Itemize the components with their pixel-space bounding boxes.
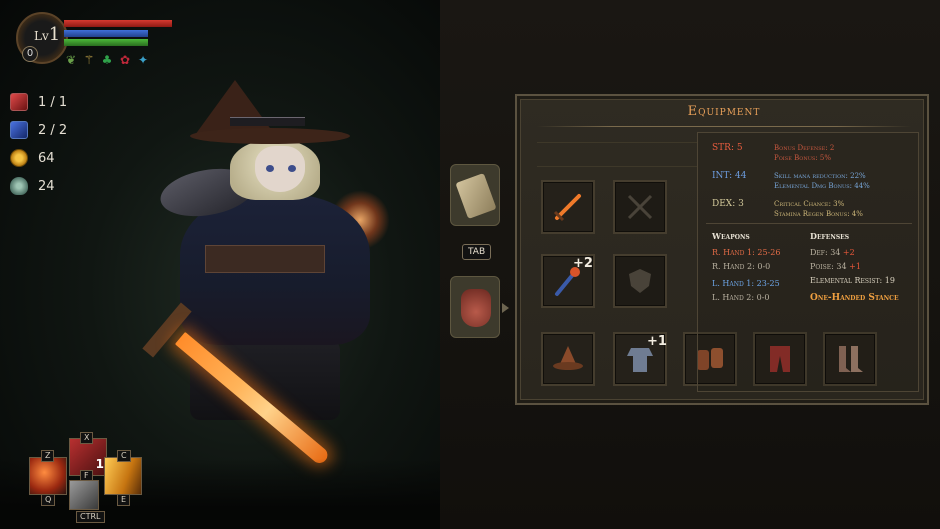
- hotbar-slot-skill[interactable]: [104, 457, 142, 495]
- stat-str-bonus-1: Bonus Defense: 2: [774, 144, 835, 152]
- defense-bonus: +2: [842, 248, 855, 257]
- stat-dex-bonus-1: Critical Chance: 3%: [774, 200, 845, 208]
- equipment-panel: Equipment +2 +1 STR: 5 Bonus Defense: 2 …: [515, 94, 929, 405]
- blue-potion-icon: [10, 121, 28, 139]
- stat-str-bonus-2: Poise Bonus: 5%: [774, 154, 832, 162]
- poise-bonus: +1: [849, 262, 861, 271]
- slot-right-hand-1[interactable]: [541, 180, 595, 234]
- soul-icon: [10, 177, 28, 195]
- stat-dex-bonus-2: Stamina Regen Bonus: 4%: [774, 210, 863, 218]
- poise-value: Poise: 34 +1: [810, 262, 861, 271]
- crossed-weapons-icon: [627, 194, 653, 220]
- hotkey-e: E: [117, 494, 131, 506]
- slot-left-hand-2[interactable]: [613, 254, 667, 308]
- red-potion-counter: 1 / 1: [10, 93, 67, 111]
- level-prefix: Lv: [34, 29, 49, 43]
- wheat-icon: ⚚: [83, 53, 95, 67]
- clover-icon: ♣: [101, 53, 113, 67]
- coin-icon: [10, 149, 28, 167]
- weapons-header: Weapons: [712, 231, 750, 241]
- character-eye-right: [288, 165, 296, 172]
- stat-int-bonus-2: Elemental Dmg Bonus: 44%: [774, 182, 870, 190]
- weapon-upgrade-badge: +2: [573, 256, 593, 271]
- stat-str: STR: 5 Bonus Defense: 2 Poise Bonus: 5%: [712, 143, 834, 163]
- hotkey-q: Q: [41, 494, 56, 506]
- stat-int: INT: 44 Skill mana reduction: 22% Elemen…: [712, 171, 870, 191]
- bird-icon: ✦: [137, 53, 149, 67]
- stance-indicator: One-Handed Stance: [810, 293, 899, 303]
- red-potion-count: 1 / 1: [38, 94, 68, 110]
- stat-dex-value: DEX: 3: [712, 199, 744, 209]
- weapon-r-hand-2: R. Hand 2: 0-0: [712, 262, 771, 271]
- bag-icon: [461, 289, 491, 327]
- hotkey-x: X: [80, 432, 94, 444]
- coin-count: 64: [38, 150, 55, 166]
- health-bar: [64, 20, 172, 27]
- defense-value: Def: 34 +2: [810, 248, 855, 257]
- soul-count: 24: [38, 178, 55, 194]
- hotbar-slot-spell[interactable]: [29, 457, 67, 495]
- character-hat-brim: [190, 128, 350, 144]
- hotkey-ctrl: CTRL: [76, 511, 105, 523]
- leaf-icon: ❦: [65, 53, 77, 67]
- coin-counter: 64: [10, 149, 55, 167]
- slot-chest[interactable]: +1: [613, 332, 667, 386]
- tab-pointer-arrow: [502, 303, 509, 313]
- character-hat: [195, 80, 275, 135]
- souls-badge: 0: [22, 46, 38, 62]
- weapon-l-hand-2: L. Hand 2: 0-0: [712, 293, 770, 302]
- panel-title: Equipment: [687, 104, 761, 119]
- witch-hat-icon: [553, 346, 583, 370]
- mana-bar: [64, 30, 148, 37]
- elemental-resist: Elemental Resist: 19: [810, 276, 895, 285]
- red-potion-icon: [10, 93, 28, 111]
- stamina-bar: [64, 39, 148, 46]
- defense-label: Def: 34: [810, 248, 841, 257]
- slot-left-hand-1[interactable]: +2: [541, 254, 595, 308]
- tab-equipment[interactable]: [450, 276, 500, 338]
- character-hat-band: [230, 117, 305, 126]
- player-level: Lv1: [34, 24, 60, 45]
- slot-right-hand-2[interactable]: [613, 180, 667, 234]
- character-face: [255, 146, 305, 192]
- tab-key-hint: TAB: [462, 244, 492, 260]
- stat-dex: DEX: 3 Critical Chance: 3% Stamina Regen…: [712, 199, 863, 219]
- shield-icon: [629, 269, 651, 293]
- title-divider: [537, 126, 911, 127]
- character-belt: [205, 245, 325, 273]
- hotkey-c: C: [117, 450, 131, 462]
- character-eye-left: [266, 165, 274, 172]
- game-scene: [0, 0, 440, 529]
- blue-potion-counter: 2 / 2: [10, 121, 67, 139]
- blue-potion-count: 2 / 2: [38, 122, 68, 138]
- hotbar-slot-dodge[interactable]: [69, 480, 99, 510]
- defenses-header: Defenses: [810, 231, 850, 241]
- stat-int-bonus-1: Skill mana reduction: 22%: [774, 172, 866, 180]
- poise-label: Poise: 34: [810, 262, 847, 271]
- tab-journal[interactable]: [450, 164, 500, 226]
- soul-counter: 24: [10, 177, 55, 195]
- hotkey-z: Z: [41, 450, 55, 462]
- flame-sword-icon: [553, 194, 581, 222]
- level-value: 1: [48, 24, 61, 45]
- weapon-r-hand-1: R. Hand 1: 25-26: [712, 248, 781, 257]
- scroll-icon: [455, 173, 497, 219]
- stats-divider: [706, 223, 912, 224]
- slot-divider-2: [537, 166, 697, 167]
- stat-str-value: STR: 5: [712, 143, 743, 153]
- slot-head[interactable]: [541, 332, 595, 386]
- flower-icon: ✿: [119, 53, 131, 67]
- stat-int-value: INT: 44: [712, 171, 747, 181]
- armor-upgrade-badge: +1: [647, 334, 667, 349]
- status-effects: ❦ ⚚ ♣ ✿ ✦: [64, 53, 150, 67]
- hotbar-potion-count: 1: [95, 457, 104, 471]
- slot-divider-1: [537, 142, 697, 143]
- stats-panel: STR: 5 Bonus Defense: 2 Poise Bonus: 5% …: [697, 132, 919, 392]
- weapon-l-hand-1: L. Hand 1: 23-25: [712, 279, 780, 288]
